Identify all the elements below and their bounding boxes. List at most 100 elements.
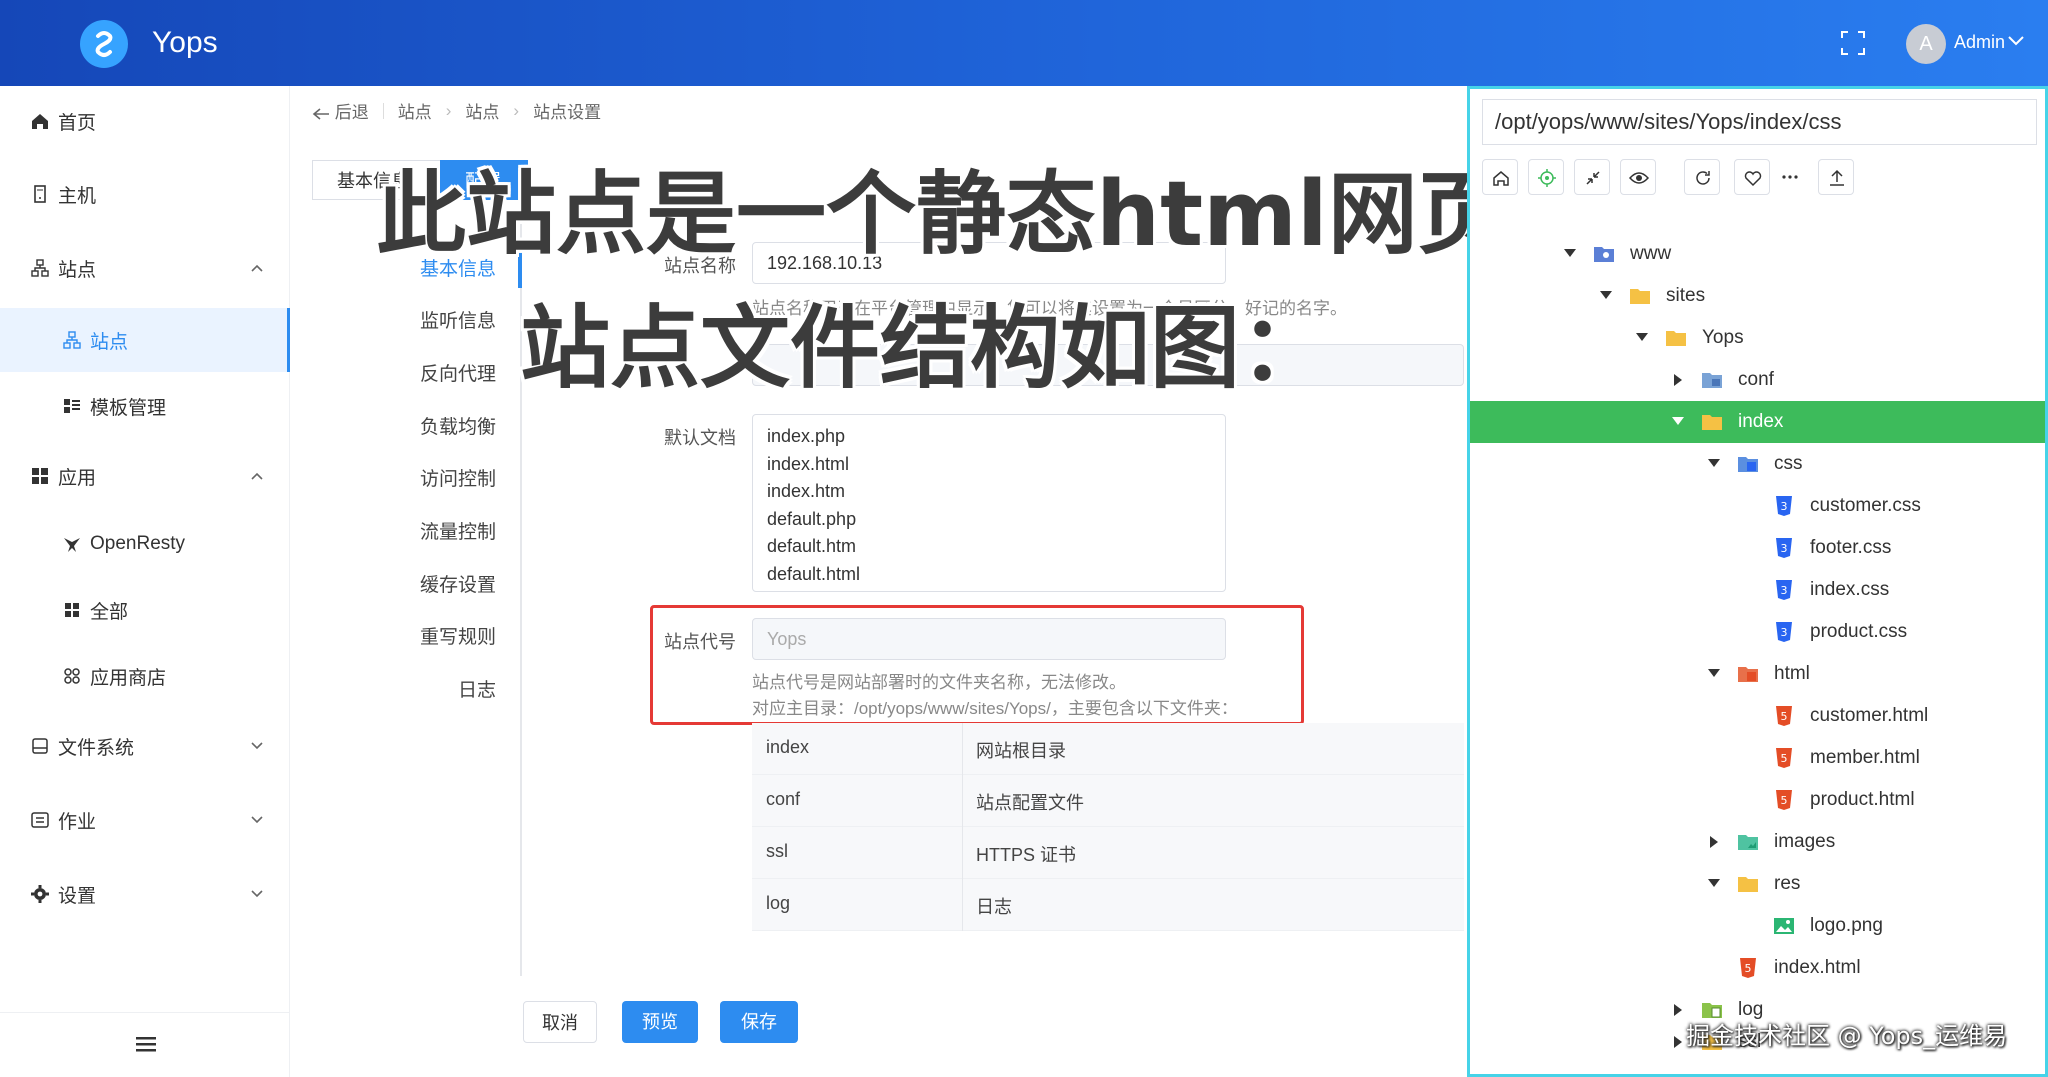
menu-reverse-proxy[interactable]: 反向代理 (420, 359, 496, 386)
sidebar-item-apps[interactable]: 应用 (0, 446, 290, 506)
tree-node[interactable]: css (1470, 443, 2045, 485)
avatar[interactable]: A (1906, 24, 1946, 64)
tree-node[interactable]: 5 index.html (1470, 947, 2045, 989)
more-button[interactable] (1772, 159, 1808, 195)
menu-logs[interactable]: 日志 (458, 675, 496, 702)
caret-down-icon[interactable] (1636, 333, 1648, 341)
tree-node[interactable]: Yops (1470, 317, 2045, 359)
collapse-all-button[interactable] (1574, 159, 1610, 195)
sidebar-item-app-store[interactable]: 应用商店 (0, 646, 290, 706)
locate-button[interactable] (1528, 159, 1564, 195)
sidebar: 首页 主机 站点 站点 模板管理 应用 OpenResty 全部 应用商店 文件… (0, 86, 290, 1077)
tree-label: member.html (1810, 747, 1920, 768)
sidebar-item-jobs[interactable]: 作业 (0, 790, 290, 850)
tree-node[interactable]: 5 customer.html (1470, 695, 2045, 737)
caret-down-icon[interactable] (1600, 291, 1612, 299)
tree-label: res (1774, 873, 1801, 894)
sitemap-icon (63, 331, 81, 349)
breadcrumb-item[interactable]: 站点 (398, 98, 432, 123)
refresh-icon (1696, 171, 1710, 185)
sidebar-item-label: 作业 (58, 811, 97, 833)
back-button[interactable]: 后退 (312, 98, 369, 123)
tree-node[interactable]: www (1470, 233, 2045, 275)
apps-icon (65, 603, 79, 617)
sidebar-item-host[interactable]: 主机 (0, 164, 290, 224)
svg-text:3: 3 (1781, 626, 1788, 639)
tree-node[interactable]: 5 product.html (1470, 779, 2045, 821)
menu-access-control[interactable]: 访问控制 (420, 464, 496, 491)
tree-node[interactable]: images (1470, 821, 2045, 863)
caret-right-icon[interactable] (1674, 1036, 1682, 1048)
tree-node[interactable]: sites (1470, 275, 2045, 317)
tree-node[interactable]: 3 index.css (1470, 569, 2045, 611)
tree-node[interactable]: conf (1470, 359, 2045, 401)
drive-icon (32, 738, 48, 754)
sidebar-item-all[interactable]: 全部 (0, 580, 290, 640)
tree-node[interactable]: 3 customer.css (1470, 485, 2045, 527)
menu-listen-info[interactable]: 监听信息 (420, 306, 496, 333)
caret-down-icon[interactable] (1708, 459, 1720, 467)
tree-node-selected[interactable]: index (1470, 401, 2045, 443)
arrow-left-icon (312, 107, 329, 120)
folder-icon (1666, 331, 1686, 346)
upload-button[interactable] (1818, 159, 1854, 195)
cancel-button[interactable]: 取消 (523, 1001, 597, 1043)
dir-desc: 网站根目录 (976, 741, 1066, 761)
refresh-button[interactable] (1684, 159, 1720, 195)
heart-icon (1744, 171, 1762, 187)
app-title: Yops (152, 26, 218, 59)
sidebar-item-home[interactable]: 首页 (0, 91, 290, 151)
default-doc-textarea[interactable]: index.php index.html index.htm default.p… (752, 414, 1226, 592)
sidebar-item-openresty[interactable]: OpenResty (0, 514, 290, 574)
tree-node[interactable]: res (1470, 863, 2045, 905)
default-doc-label: 默认文档 (664, 428, 736, 448)
menu-collapse-icon[interactable] (136, 1036, 156, 1052)
caret-down-icon[interactable] (1708, 669, 1720, 677)
svg-text:5: 5 (1781, 710, 1788, 723)
server-icon (34, 185, 46, 203)
home-icon (1493, 171, 1509, 186)
sidebar-item-label: 站点 (58, 259, 97, 281)
breadcrumb-item[interactable]: 站点 (465, 98, 499, 123)
menu-rewrite-rules[interactable]: 重写规则 (420, 622, 496, 649)
tree-node[interactable]: 3 footer.css (1470, 527, 2045, 569)
caret-right-icon[interactable] (1674, 1004, 1682, 1016)
tree-node[interactable]: 5 member.html (1470, 737, 2045, 779)
dir-desc: HTTPS 证书 (976, 845, 1077, 865)
caret-right-icon[interactable] (1674, 374, 1682, 386)
sidebar-item-site-list[interactable]: 站点 (0, 308, 290, 372)
sidebar-item-filesystem[interactable]: 文件系统 (0, 716, 290, 776)
dir-desc: 日志 (976, 897, 1012, 917)
back-label: 后退 (334, 103, 369, 122)
caret-down-icon[interactable] (1564, 249, 1576, 257)
menu-traffic-control[interactable]: 流量控制 (420, 517, 496, 544)
sidebar-item-templates[interactable]: 模板管理 (0, 376, 290, 436)
home-button[interactable] (1482, 159, 1518, 195)
chevron-down-icon[interactable] (2006, 34, 2026, 48)
css-file-icon: 3 (1776, 622, 1792, 642)
caret-right-icon[interactable] (1710, 836, 1718, 848)
settings-menu: 基本信息 监听信息 反向代理 负载均衡 访问控制 流量控制 缓存设置 重写规则 … (312, 224, 522, 976)
more-icon (1782, 175, 1798, 179)
tree-label: sites (1666, 285, 1706, 306)
default-doc-line: default.html (767, 563, 861, 584)
user-name[interactable]: Admin (1954, 32, 2005, 53)
tree-node[interactable]: html (1470, 653, 2045, 695)
caret-down-icon[interactable] (1672, 417, 1684, 425)
sidebar-item-sites[interactable]: 站点 (0, 238, 290, 298)
menu-load-balance[interactable]: 负载均衡 (420, 412, 496, 439)
tree-node[interactable]: 3 product.css (1470, 611, 2045, 653)
sitemap-icon (31, 259, 49, 277)
sidebar-item-settings[interactable]: 设置 (0, 864, 290, 924)
tree-label: customer.html (1810, 705, 1929, 726)
tree-label: www (1630, 243, 1672, 264)
path-input[interactable]: /opt/yops/www/sites/Yops/index/css (1482, 99, 2037, 145)
toggle-hidden-button[interactable] (1620, 159, 1656, 195)
caret-down-icon[interactable] (1708, 879, 1720, 887)
favorite-button[interactable] (1734, 159, 1770, 195)
fullscreen-icon[interactable] (1840, 30, 1866, 56)
preview-button[interactable]: 预览 (622, 1001, 698, 1043)
tree-node[interactable]: logo.png (1470, 905, 2045, 947)
menu-cache-settings[interactable]: 缓存设置 (420, 570, 496, 597)
save-button[interactable]: 保存 (720, 1001, 798, 1043)
